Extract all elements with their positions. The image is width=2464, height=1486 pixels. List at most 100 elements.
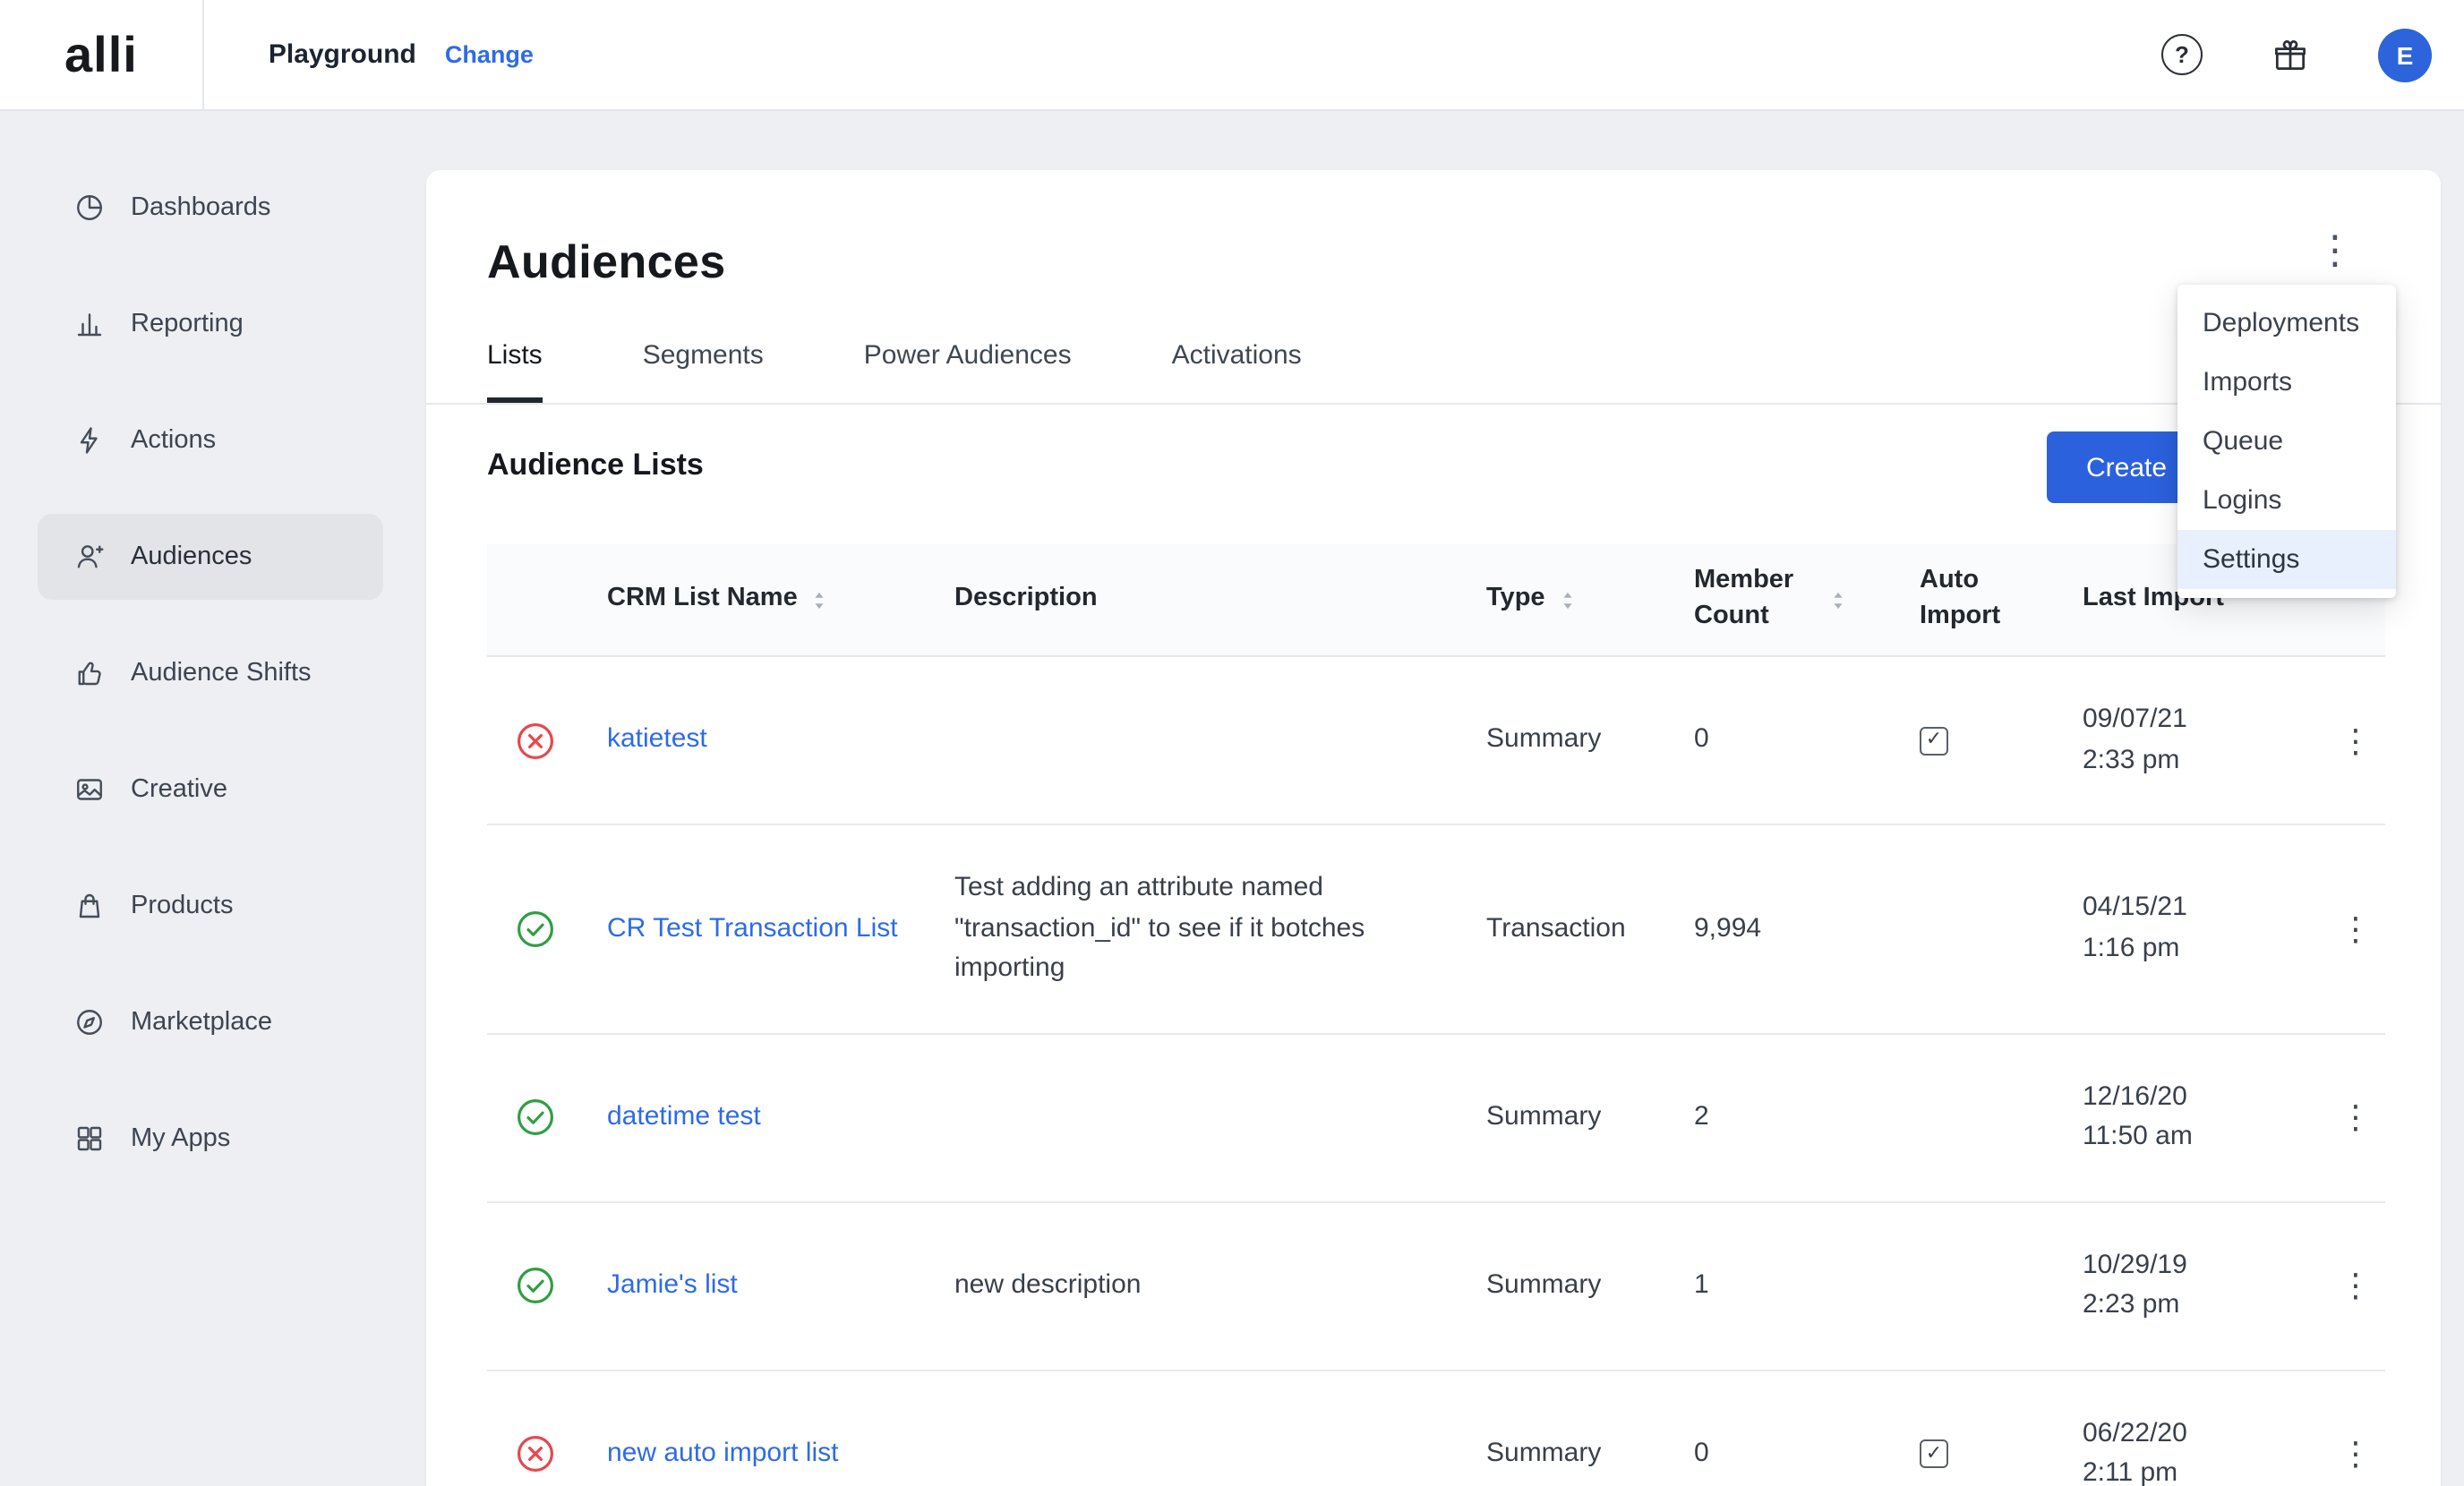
sidebar-item-actions[interactable]: Actions bbox=[38, 397, 383, 483]
shopping-bag-icon bbox=[73, 890, 106, 922]
status-cell bbox=[487, 1434, 607, 1473]
tab-lists[interactable]: Lists bbox=[487, 340, 543, 403]
change-workspace-link[interactable]: Change bbox=[445, 41, 534, 68]
sidebar-item-label: Actions bbox=[131, 426, 216, 455]
type-cell: Summary bbox=[1486, 1097, 1694, 1138]
sidebar-item-products[interactable]: Products bbox=[38, 863, 383, 949]
workspace-name: Playground bbox=[269, 39, 416, 70]
success-status-icon bbox=[516, 1266, 555, 1305]
type-cell: Summary bbox=[1486, 721, 1694, 761]
sidebar-item-reporting[interactable]: Reporting bbox=[38, 281, 383, 367]
sort-icon[interactable] bbox=[1827, 588, 1850, 611]
status-cell bbox=[487, 1097, 607, 1137]
section-title: Audience Lists bbox=[487, 448, 704, 483]
audience-lists-table: CRM List Name Description Type Member Co… bbox=[487, 544, 2385, 1486]
status-cell bbox=[487, 1266, 607, 1305]
success-status-icon bbox=[516, 910, 555, 949]
type-cell: Summary bbox=[1486, 1266, 1694, 1306]
thumbs-up-icon bbox=[73, 657, 106, 689]
row-kebab-menu-button[interactable]: ⋮ bbox=[2326, 717, 2385, 764]
avatar[interactable]: E bbox=[2378, 28, 2432, 81]
status-column-header bbox=[487, 582, 607, 618]
table-row: new auto import list Summary 0 ✓ 06/22/2… bbox=[487, 1371, 2385, 1486]
menu-item-settings[interactable]: Settings bbox=[2177, 530, 2396, 589]
last-import-cell: 10/29/19 2:23 pm bbox=[2083, 1245, 2326, 1326]
top-bar: alli Playground Change ? E bbox=[0, 0, 2464, 111]
type-column-header: Type bbox=[1486, 564, 1694, 635]
list-name-link[interactable]: new auto import list bbox=[607, 1438, 838, 1468]
sidebar-item-label: Reporting bbox=[131, 310, 244, 338]
sidebar-item-label: My Apps bbox=[131, 1124, 230, 1153]
list-name-link[interactable]: datetime test bbox=[607, 1101, 761, 1132]
sort-icon[interactable] bbox=[808, 588, 832, 611]
menu-item-imports[interactable]: Imports bbox=[2177, 353, 2396, 412]
crm-list-name-column-header: CRM List Name bbox=[607, 564, 954, 635]
row-kebab-menu-button[interactable]: ⋮ bbox=[2326, 906, 2385, 952]
sidebar: Dashboards Reporting Actions Audiences A… bbox=[0, 111, 426, 1486]
row-kebab-menu-button[interactable]: ⋮ bbox=[2326, 1094, 2385, 1140]
lightning-icon bbox=[73, 424, 106, 457]
member-count-cell: 0 bbox=[1694, 1434, 1920, 1474]
avatar-initial: E bbox=[2397, 40, 2414, 69]
help-icon[interactable]: ? bbox=[2161, 34, 2203, 75]
status-cell bbox=[487, 910, 607, 949]
sidebar-item-audience-shifts[interactable]: Audience Shifts bbox=[38, 630, 383, 716]
auto-import-checkbox[interactable]: ✓ bbox=[1920, 726, 1948, 755]
table-row: Jamie's list new description Summary 1 1… bbox=[487, 1202, 2385, 1371]
sidebar-item-label: Marketplace bbox=[131, 1008, 272, 1037]
list-name-link[interactable]: CR Test Transaction List bbox=[607, 912, 898, 943]
menu-item-logins[interactable]: Logins bbox=[2177, 471, 2396, 530]
menu-item-deployments[interactable]: Deployments bbox=[2177, 294, 2396, 353]
sidebar-item-label: Creative bbox=[131, 775, 227, 804]
topbar-right-group: ? E bbox=[2161, 28, 2432, 81]
list-name-link[interactable]: katietest bbox=[607, 724, 707, 755]
member-count-cell: 2 bbox=[1694, 1097, 1920, 1138]
member-count-cell: 9,994 bbox=[1694, 909, 1920, 949]
sidebar-item-label: Audiences bbox=[131, 542, 252, 571]
image-icon bbox=[73, 773, 106, 806]
menu-item-queue[interactable]: Queue bbox=[2177, 412, 2396, 471]
list-name-link[interactable]: Jamie's list bbox=[607, 1269, 738, 1300]
alli-logo[interactable]: alli bbox=[64, 26, 138, 83]
last-import-cell: 12/16/20 11:50 am bbox=[2083, 1077, 2326, 1157]
sort-icon[interactable] bbox=[1556, 588, 1579, 611]
row-kebab-menu-button[interactable]: ⋮ bbox=[2326, 1262, 2385, 1309]
auto-import-column-header: Auto Import bbox=[1920, 547, 2083, 653]
description-cell: Test adding an attribute named "transact… bbox=[954, 868, 1486, 989]
sidebar-item-label: Products bbox=[131, 892, 233, 920]
header-divider bbox=[202, 0, 204, 110]
status-cell bbox=[487, 721, 607, 760]
app-viewport: alli Playground Change ? E bbox=[0, 0, 2464, 1486]
table-header-row: CRM List Name Description Type Member Co… bbox=[487, 544, 2385, 657]
sidebar-item-audiences[interactable]: Audiences bbox=[38, 514, 383, 600]
member-count-cell: 1 bbox=[1694, 1266, 1920, 1306]
page-kebab-menu-button[interactable]: ⋮ bbox=[2305, 224, 2366, 278]
sidebar-item-label: Dashboards bbox=[131, 193, 270, 222]
error-status-icon bbox=[516, 721, 555, 760]
sidebar-item-marketplace[interactable]: Marketplace bbox=[38, 979, 383, 1065]
error-status-icon bbox=[516, 1434, 555, 1473]
sidebar-item-dashboards[interactable]: Dashboards bbox=[38, 165, 383, 251]
type-cell: Transaction bbox=[1486, 909, 1694, 949]
tab-activations[interactable]: Activations bbox=[1172, 340, 1302, 403]
gift-icon[interactable] bbox=[2271, 35, 2310, 74]
audiences-icon bbox=[73, 541, 106, 573]
auto-import-cell: ✓ bbox=[1920, 1439, 2083, 1468]
table-row: katietest Summary 0 ✓ 09/07/21 2:33 pm ⋮ bbox=[487, 657, 2385, 825]
sidebar-item-creative[interactable]: Creative bbox=[38, 747, 383, 833]
row-kebab-menu-button[interactable]: ⋮ bbox=[2326, 1430, 2385, 1477]
table-row: CR Test Transaction List Test adding an … bbox=[487, 825, 2385, 1034]
description-column-header: Description bbox=[954, 564, 1486, 635]
page-dropdown-menu: Deployments Imports Queue Logins Setting… bbox=[2177, 285, 2396, 598]
help-glyph: ? bbox=[2175, 41, 2189, 68]
apps-grid-icon bbox=[73, 1123, 106, 1155]
sidebar-item-label: Audience Shifts bbox=[131, 659, 312, 687]
last-import-cell: 09/07/21 2:33 pm bbox=[2083, 700, 2326, 781]
compass-icon bbox=[73, 1006, 106, 1038]
auto-import-cell: ✓ bbox=[1920, 726, 2083, 755]
auto-import-checkbox[interactable]: ✓ bbox=[1920, 1439, 1948, 1468]
tab-power-audiences[interactable]: Power Audiences bbox=[864, 340, 1072, 403]
last-import-cell: 04/15/21 1:16 pm bbox=[2083, 889, 2326, 969]
tab-segments[interactable]: Segments bbox=[643, 340, 764, 403]
sidebar-item-my-apps[interactable]: My Apps bbox=[38, 1096, 383, 1182]
